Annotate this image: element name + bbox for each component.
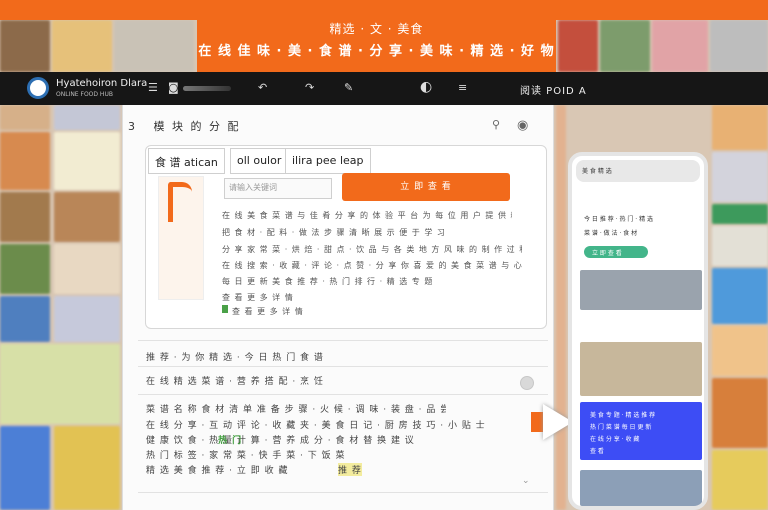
phone-row[interactable]: 今 日 推 荐 · 热 门 · 精 选 — [584, 214, 653, 223]
card-text-line: 在 线 搜 索 · 收 藏 · 评 论 · 点 赞 · 分 享 你 喜 爱 的 … — [222, 261, 522, 270]
phone-image — [580, 342, 702, 396]
breadcrumb-text[interactable]: 模 块 的 分 配 — [154, 120, 241, 133]
tag-icon[interactable]: ⚲ — [492, 118, 500, 131]
promo-line: 美 食 专 题 · 精 选 推 荐 — [590, 412, 656, 419]
divider — [138, 492, 548, 493]
phone-preview: 美 食 精 选 今 日 推 荐 · 热 门 · 精 选 菜 谱 · 做 法 · … — [568, 152, 708, 510]
progress-pill — [183, 86, 231, 91]
promo-button[interactable]: 查 看 — [590, 446, 604, 455]
banner-strip-right — [556, 0, 768, 20]
card-text-line: 分 享 家 常 菜 · 烘 焙 · 甜 点 · 饮 品 与 各 类 地 方 风 … — [222, 245, 522, 254]
list-item[interactable]: 菜 谱 名 称 食 材 清 单 准 备 步 骤 · 火 候 · 调 味 · 装 … — [146, 402, 446, 415]
list-item[interactable]: 健 康 饮 食 · 热 量 计 算 · 营 养 成 分 · 食 材 替 换 建 … — [146, 433, 446, 446]
phone-image — [580, 470, 702, 506]
search-input[interactable]: 请输入关键词 — [224, 178, 332, 199]
topbar-right-label[interactable]: 阅读 POID A — [520, 82, 587, 97]
phone-image — [580, 270, 702, 310]
phone-green-label: 立 即 查 看 — [592, 250, 622, 257]
card-text-line: 查 看 更 多 详 情 — [222, 293, 294, 302]
divider — [138, 366, 548, 367]
tab-tips[interactable]: ilira pee leap — [285, 148, 371, 174]
tag-icon[interactable]: ✎ — [344, 81, 353, 94]
chef-hat-icon — [168, 182, 192, 222]
phone-promo-card[interactable]: 美 食 专 题 · 精 选 推 荐 热 门 菜 谱 每 日 更 新 在 线 分 … — [580, 402, 702, 460]
chevron-down-icon[interactable]: ⌄ — [522, 476, 530, 486]
tab-colors[interactable]: oll oulor — [230, 148, 289, 174]
tag-yellow[interactable]: 推 荐 — [338, 463, 362, 476]
view-now-button[interactable]: 立 即 查 看 — [342, 173, 510, 201]
top-navigation-bar: Hyatehoiron Dlara ONLINE FOOD HUB ☰ ◙ ↶ … — [0, 72, 768, 105]
banner-strip-left — [0, 0, 197, 20]
status-indicator — [222, 305, 228, 313]
promo-line: 在 线 分 享 · 收 藏 — [590, 436, 640, 443]
tab-recipes[interactable]: 食 谱 atican — [148, 148, 225, 174]
brand-name[interactable]: Hyatehoiron Dlara — [56, 78, 147, 89]
menu-icon[interactable]: ☰ — [148, 81, 158, 94]
back-icon[interactable]: ↶ — [258, 81, 267, 94]
site-logo[interactable] — [27, 77, 49, 99]
card-link[interactable]: 查 看 更 多 详 情 — [232, 306, 322, 316]
card-text-line: 把 食 材 · 配 料 · 做 法 步 骤 清 晰 展 示 便 于 学 习 — [222, 228, 446, 237]
refresh-button[interactable] — [520, 376, 534, 390]
list-item[interactable]: 热 门 标 签 · 家 常 菜 · 快 手 菜 · 下 饭 菜 · 甜 品 — [146, 448, 346, 461]
planet-icon[interactable]: ◐ — [420, 79, 432, 95]
phone-header: 美 食 精 选 — [582, 168, 612, 175]
phone-row[interactable]: 菜 谱 · 做 法 · 食 材 — [584, 228, 637, 237]
banner-line-1: 精选 · 文 · 美食 — [329, 22, 424, 36]
section-subheading: 在 线 精 选 菜 谱 · 营 养 搭 配 · 烹 饪 技 巧 — [146, 377, 326, 387]
card-text-line: 在 线 美 食 菜 谱 与 佳 肴 分 享 的 体 验 平 台 为 每 位 用 … — [222, 211, 512, 220]
forward-icon[interactable]: ↷ — [305, 81, 314, 94]
divider — [138, 340, 548, 341]
banner-line-2: 在 线 佳 味 · 美 · 食 谱 · 分 享 · 美 味 · 精 选 · 好 … — [198, 44, 555, 59]
list-item[interactable]: 精 选 美 食 推 荐 · 立 即 收 藏 — [146, 463, 326, 476]
settings-icon[interactable]: ◉ — [517, 118, 528, 133]
camera-icon[interactable]: ◙ — [168, 81, 179, 94]
divider — [138, 394, 548, 395]
promo-line: 热 门 菜 谱 每 日 更 新 — [590, 424, 652, 431]
tag-green[interactable]: 热 门 — [218, 433, 242, 446]
pointer-tab — [531, 412, 543, 432]
list-item[interactable]: 在 线 分 享 · 互 动 评 论 · 收 藏 夹 · 美 食 日 记 · 厨 … — [146, 418, 516, 431]
step-number: 3 — [128, 120, 137, 133]
list-icon[interactable]: ≡ — [458, 81, 467, 94]
section-heading: 推 荐 · 为 你 精 选 · 今 日 热 门 食 谱 — [146, 353, 324, 363]
breadcrumb: 3 模 块 的 分 配 — [128, 118, 241, 134]
brand-tagline: ONLINE FOOD HUB — [56, 91, 113, 98]
card-text-line: 每 日 更 新 美 食 推 荐 · 热 门 排 行 · 精 选 专 题 — [222, 277, 434, 286]
promo-banner[interactable]: 精选 · 文 · 美食 在 线 佳 味 · 美 · 食 谱 · 分 享 · 美 … — [197, 0, 556, 72]
